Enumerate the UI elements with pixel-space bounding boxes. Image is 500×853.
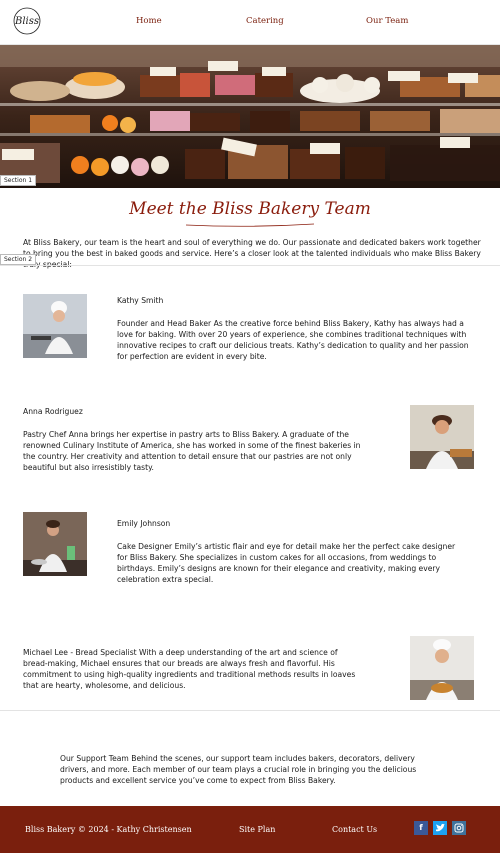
michael-photo bbox=[410, 636, 474, 700]
anna-photo bbox=[410, 405, 474, 469]
bliss-logo[interactable]: Bliss bbox=[10, 6, 44, 36]
contact-us-link[interactable]: Contact Us bbox=[332, 825, 377, 834]
member-name: Kathy Smith bbox=[117, 296, 164, 305]
site-header: Bliss Home Catering Our Team bbox=[0, 0, 500, 45]
copyright-text: Bliss Bakery © 2024 - Kathy Christensen bbox=[25, 825, 192, 834]
nav-our-team[interactable]: Our Team bbox=[366, 16, 408, 26]
member-bio: Founder and Head Baker As the creative f… bbox=[117, 319, 469, 361]
member-name: Anna Rodriguez bbox=[23, 407, 83, 416]
facebook-icon[interactable]: f bbox=[414, 821, 428, 835]
instagram-icon[interactable] bbox=[452, 821, 466, 835]
section-2-label: Section 2 bbox=[0, 254, 37, 265]
emily-photo bbox=[23, 512, 87, 576]
kathy-photo bbox=[23, 294, 87, 358]
member-name: Emily Johnson bbox=[117, 519, 171, 528]
section-1-label: Section 1 bbox=[0, 175, 37, 186]
logo-text: Bliss bbox=[14, 16, 39, 27]
site-footer: Bliss Bakery © 2024 - Kathy Christensen … bbox=[0, 806, 500, 853]
hero-image bbox=[0, 45, 500, 188]
title-flourish bbox=[185, 223, 315, 227]
nav-catering[interactable]: Catering bbox=[246, 16, 284, 26]
site-plan-link[interactable]: Site Plan bbox=[239, 825, 275, 834]
support-team-paragraph: Our Support Team Behind the scenes, our … bbox=[60, 754, 417, 785]
page-title: Meet the Bliss Bakery Team bbox=[129, 199, 371, 219]
twitter-icon[interactable] bbox=[433, 821, 447, 835]
member-bio: Michael Lee - Bread Specialist With a de… bbox=[23, 648, 356, 690]
nav-home[interactable]: Home bbox=[136, 16, 162, 26]
member-bio: Cake Designer Emily’s artistic flair and… bbox=[117, 542, 456, 584]
member-bio: Pastry Chef Anna brings her expertise in… bbox=[23, 430, 361, 472]
